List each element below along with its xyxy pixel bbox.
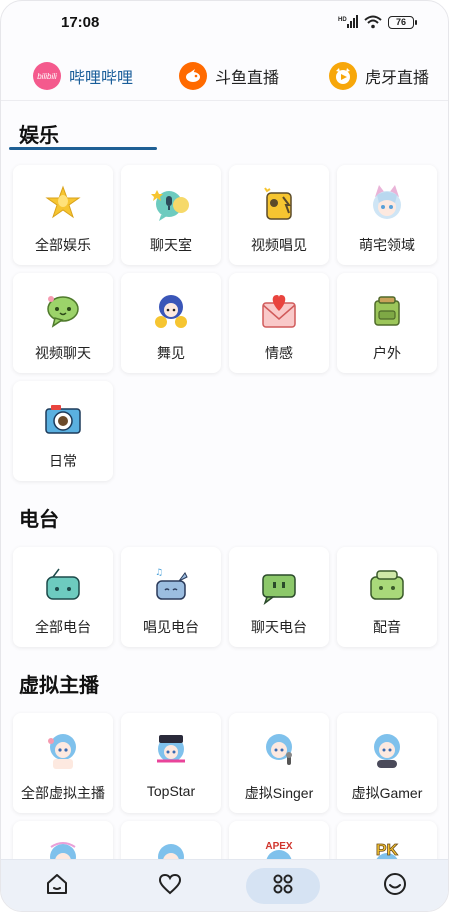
category-card-dubbing[interactable]: 配音 [337, 547, 437, 647]
category-label: 舞见 [157, 345, 185, 361]
category-card-vtuber-singer[interactable]: 虚拟Singer [229, 713, 329, 813]
smile-icon [383, 872, 407, 901]
heart-icon [158, 872, 182, 901]
bottom-navigation [1, 859, 448, 911]
category-card-vtuber-apex[interactable]: APEX [229, 821, 329, 863]
category-card-all-entertainment[interactable]: 全部娱乐 [13, 165, 113, 265]
section-title-entertainment: 娱乐 [19, 125, 59, 147]
category-card-singing-radio[interactable]: ♫ 唱见电台 [121, 547, 221, 647]
camera-icon [43, 399, 83, 439]
category-card-vtuber-pk[interactable]: PK [337, 821, 437, 863]
category-card-video-chat[interactable]: 视频聊天 [13, 273, 113, 373]
huya-logo-icon [329, 61, 357, 90]
network-type: HD [338, 17, 347, 23]
tab-label: 斗鱼直播 [215, 69, 280, 87]
video-chat-bubble-icon [43, 291, 83, 331]
entertainment-grid: 全部娱乐 聊天室 视频唱见 萌宅领域 视频聊天 舞见 情感 户外 日常 [13, 165, 437, 481]
svg-text:bilibili: bilibili [37, 72, 57, 81]
douyu-logo-icon [179, 61, 207, 90]
category-label: 日常 [49, 453, 77, 469]
bilibili-logo-icon: bilibili [33, 61, 61, 90]
tab-label: 虎牙直播 [365, 69, 430, 87]
category-label: 全部虚拟主播 [21, 785, 105, 801]
vtuber-all-icon [43, 731, 83, 771]
category-card-video-singing[interactable]: 视频唱见 [229, 165, 329, 265]
vtuber-grid: 全部虚拟主播 TopStar 虚拟Singer 虚拟Gamer APEX PK [13, 713, 437, 863]
tab-bilibili[interactable]: bilibili 哔哩哔哩 [33, 51, 133, 101]
category-label: 全部电台 [35, 619, 91, 635]
category-label: 情感 [265, 345, 293, 361]
radio-grid: 全部电台 ♫ 唱见电台 聊天电台 配音 [13, 547, 437, 647]
love-letter-icon [259, 291, 299, 331]
category-card-otaku[interactable]: 萌宅领域 [337, 165, 437, 265]
category-card-emotion[interactable]: 情感 [229, 273, 329, 373]
category-label: TopStar [146, 783, 196, 799]
category-label: 聊天室 [150, 237, 192, 253]
category-card-vtuber[interactable] [121, 821, 221, 863]
category-card-vtuber-gamer[interactable]: 虚拟Gamer [337, 713, 437, 813]
category-label: 唱见电台 [143, 619, 199, 635]
category-card-daily[interactable]: 日常 [13, 381, 113, 481]
signal-icon: HD [338, 15, 358, 29]
category-label: 虚拟Gamer [351, 785, 423, 801]
status-time: 17:08 [61, 13, 100, 31]
nav-profile[interactable] [358, 868, 432, 904]
status-icons: HD 76 [338, 15, 417, 29]
app-screen: 17:08 HD 76 bilibili 哔哩哔哩 斗鱼直播 虎牙直播 娱乐 全… [0, 0, 449, 912]
pk-badge: PK [376, 842, 399, 859]
dubbing-icon [367, 565, 407, 605]
home-icon [45, 872, 69, 901]
category-card-vtuber[interactable] [13, 821, 113, 863]
tab-label: 哔哩哔哩 [69, 69, 134, 87]
category-label: 全部娱乐 [35, 237, 91, 253]
category-card-outdoor[interactable]: 户外 [337, 273, 437, 373]
section-title-vtuber: 虚拟主播 [19, 675, 99, 697]
category-card-topstar[interactable]: TopStar [121, 713, 221, 813]
category-card-chat-radio[interactable]: 聊天电台 [229, 547, 329, 647]
vtuber-gamer-icon [367, 731, 407, 771]
star-microphone-icon [43, 183, 83, 223]
status-bar: 17:08 HD 76 [1, 1, 448, 43]
chat-room-icon [151, 183, 191, 223]
cat-girl-icon [367, 183, 407, 223]
platform-tabs: bilibili 哔哩哔哩 斗鱼直播 虎牙直播 [1, 51, 448, 150]
music-tag-icon [259, 183, 299, 223]
category-card-all-vtuber[interactable]: 全部虚拟主播 [13, 713, 113, 813]
vtuber-singer-icon [259, 731, 299, 771]
vtuber-topstar-icon [151, 731, 191, 771]
section-title-radio: 电台 [19, 509, 59, 531]
category-label: 萌宅领域 [359, 237, 415, 253]
category-label: 视频唱见 [251, 237, 307, 253]
battery-icon: 76 [388, 15, 417, 29]
tab-huya[interactable]: 虎牙直播 [329, 51, 429, 101]
category-content[interactable]: 娱乐 全部娱乐 聊天室 视频唱见 萌宅领域 视频聊天 舞见 情感 户外 日常 电… [1, 103, 448, 863]
apex-badge: APEX [265, 841, 293, 852]
nav-home[interactable] [20, 868, 94, 904]
category-label: 聊天电台 [251, 619, 307, 635]
category-card-chat-room[interactable]: 聊天室 [121, 165, 221, 265]
chat-tv-icon [259, 565, 299, 605]
grid-icon [271, 872, 295, 901]
wifi-icon [364, 15, 382, 29]
svg-text:♫: ♫ [155, 568, 163, 578]
backpack-icon [367, 291, 407, 331]
nav-categories[interactable] [246, 868, 320, 904]
category-card-dance[interactable]: 舞见 [121, 273, 221, 373]
category-label: 视频聊天 [35, 345, 91, 361]
category-label: 虚拟Singer [244, 785, 314, 801]
category-card-all-radio[interactable]: 全部电台 [13, 547, 113, 647]
category-label: 户外 [373, 345, 401, 361]
dancer-icon [151, 291, 191, 331]
category-label: 配音 [373, 619, 401, 635]
singing-radio-icon: ♫ [151, 565, 191, 605]
radio-icon [43, 565, 83, 605]
nav-favorites[interactable] [133, 868, 207, 904]
tab-douyu[interactable]: 斗鱼直播 [179, 51, 279, 101]
